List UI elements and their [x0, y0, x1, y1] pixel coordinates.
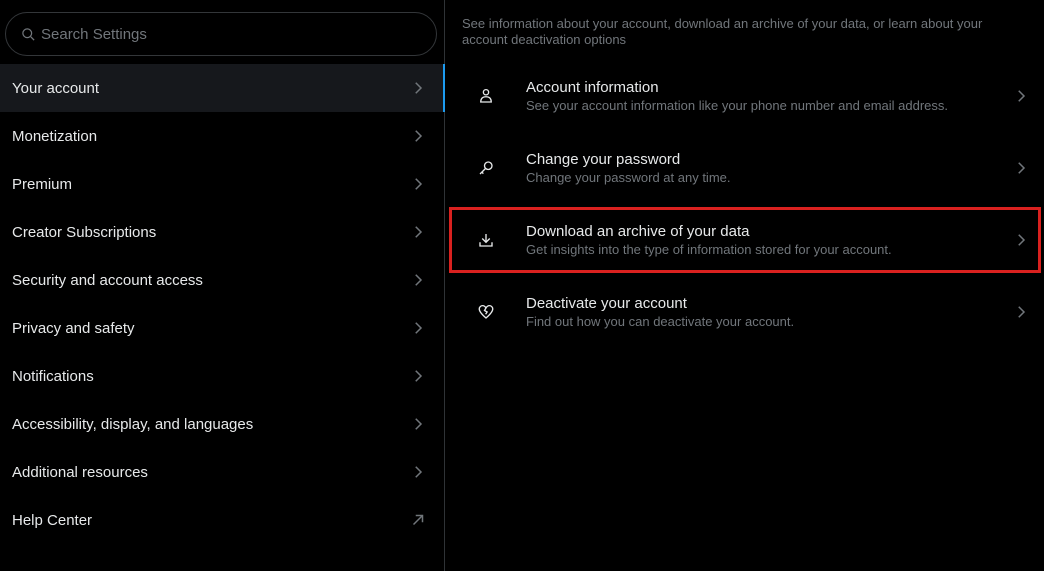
key-icon	[479, 161, 493, 175]
option-text: Account information See your account inf…	[526, 78, 1012, 114]
sidebar-item-label: Security and account access	[12, 271, 203, 289]
sidebar-item-label: Help Center	[12, 511, 93, 529]
option-text: Change your password Change your passwor…	[526, 150, 1012, 186]
sidebar-item-label: Privacy and safety	[12, 319, 135, 337]
chevron-right-icon	[415, 226, 423, 238]
chevron-right-icon	[415, 322, 423, 334]
chevron-right-icon	[415, 82, 423, 94]
option-title: Deactivate your account	[526, 295, 687, 312]
chevron-right-icon	[1018, 162, 1026, 174]
chevron-right-icon	[1018, 234, 1026, 246]
sidebar-item-label: Your account	[12, 79, 100, 97]
settings-sidebar: Your account Monetization Premium Creato…	[0, 0, 445, 571]
sidebar-item-label: Premium	[12, 175, 73, 193]
option-title: Change your password	[526, 151, 681, 168]
sidebar-item-label: Notifications	[12, 367, 94, 385]
search-icon	[22, 27, 35, 41]
chevron-right-icon	[415, 466, 423, 478]
sidebar-item-premium[interactable]: Premium	[0, 160, 445, 208]
account-panel: See information about your account, down…	[446, 0, 1044, 571]
sidebar-item-label: Creator Subscriptions	[12, 223, 157, 241]
sidebar-item-help-center[interactable]: Help Center	[0, 496, 445, 544]
settings-app: Your account Monetization Premium Creato…	[0, 0, 1044, 571]
account-intro-text: See information about your account, down…	[462, 16, 983, 47]
download-icon	[479, 234, 493, 247]
search-input[interactable]	[41, 25, 421, 43]
account-information-option[interactable]: Account information See your account inf…	[446, 60, 1044, 132]
sidebar-item-notifications[interactable]: Notifications	[0, 352, 445, 400]
sidebar-item-accessibility[interactable]: Accessibility, display, and languages	[0, 400, 445, 448]
change-password-option[interactable]: Change your password Change your passwor…	[446, 132, 1044, 204]
person-icon	[480, 88, 492, 103]
chevron-right-icon	[415, 370, 423, 382]
sidebar-item-security[interactable]: Security and account access	[0, 256, 445, 304]
option-subtitle: Get insights into the type of informatio…	[526, 242, 892, 257]
option-icon-wrap	[446, 159, 526, 177]
option-icon-wrap	[446, 231, 526, 249]
option-text: Download an archive of your data Get ins…	[526, 222, 1012, 258]
sidebar-item-label: Additional resources	[12, 463, 148, 481]
deactivate-account-option[interactable]: Deactivate your account Find out how you…	[446, 276, 1044, 348]
sidebar-item-label: Monetization	[12, 127, 98, 145]
option-subtitle: See your account information like your p…	[526, 98, 949, 113]
broken-heart-icon	[478, 304, 494, 319]
option-text: Deactivate your account Find out how you…	[526, 294, 1012, 330]
chevron-right-icon	[415, 130, 423, 142]
option-title: Account information	[526, 79, 659, 96]
sidebar-item-creator-subscriptions[interactable]: Creator Subscriptions	[0, 208, 445, 256]
option-title: Download an archive of your data	[526, 223, 750, 240]
chevron-right-icon	[415, 178, 423, 190]
option-subtitle: Find out how you can deactivate your acc…	[526, 314, 795, 329]
external-link-arrow-icon	[412, 514, 424, 526]
sidebar-item-label: Accessibility, display, and languages	[12, 415, 254, 433]
chevron-right-icon	[1018, 306, 1026, 318]
settings-menu: Your account Monetization Premium Creato…	[0, 64, 445, 544]
chevron-right-icon	[415, 274, 423, 286]
chevron-right-icon	[1018, 90, 1026, 102]
download-archive-option[interactable]: Download an archive of your data Get ins…	[446, 204, 1044, 276]
chevron-right-icon	[415, 418, 423, 430]
sidebar-item-your-account[interactable]: Your account	[0, 64, 445, 112]
sidebar-item-monetization[interactable]: Monetization	[0, 112, 445, 160]
sidebar-item-additional-resources[interactable]: Additional resources	[0, 448, 445, 496]
sidebar-item-privacy[interactable]: Privacy and safety	[0, 304, 445, 352]
search-box[interactable]	[5, 12, 437, 56]
option-icon-wrap	[446, 303, 526, 321]
option-icon-wrap	[446, 87, 526, 105]
option-subtitle: Change your password at any time.	[526, 170, 731, 185]
